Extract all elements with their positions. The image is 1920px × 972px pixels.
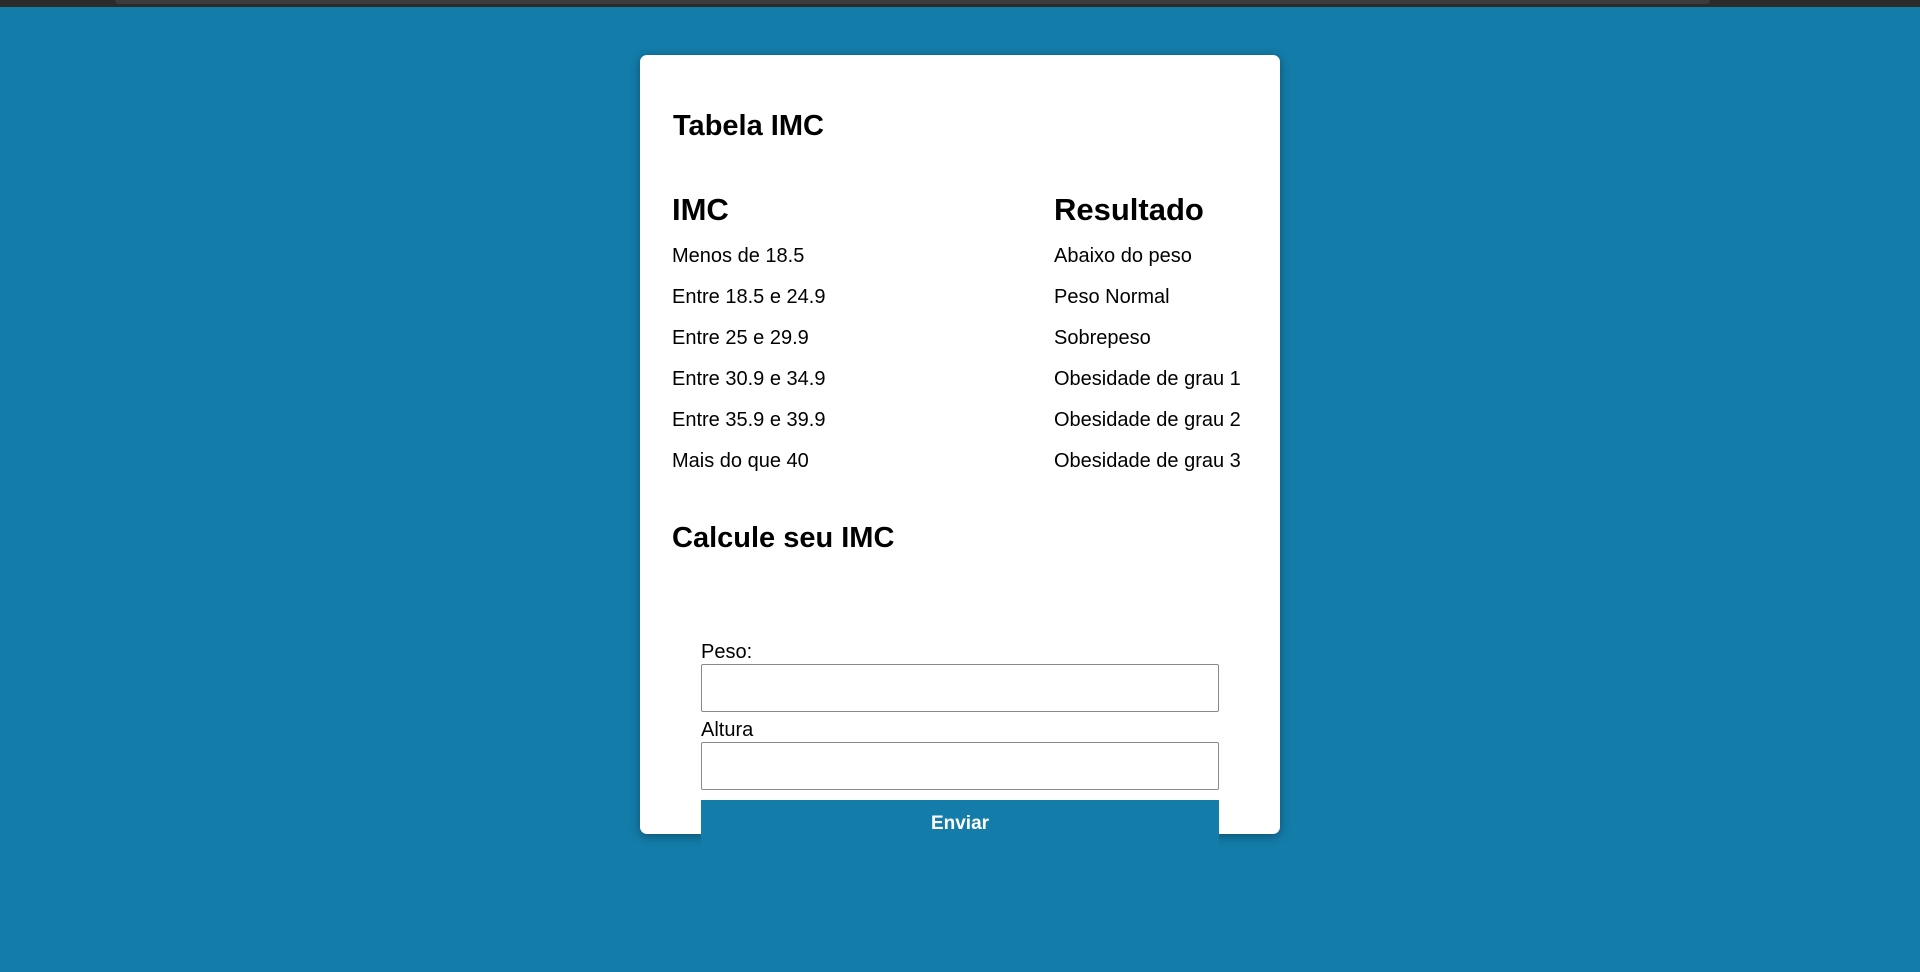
result-item: Sobrepeso (1054, 327, 1151, 349)
imc-column-header: IMC (672, 192, 729, 227)
altura-label: Altura (701, 719, 754, 741)
imc-range-item: Entre 25 e 29.9 (672, 327, 809, 349)
imc-range-list: Menos de 18.5 Entre 18.5 e 24.9 Entre 25… (672, 245, 825, 491)
browser-top-bar (0, 0, 1920, 7)
table-title: Tabela IMC (673, 110, 824, 142)
result-item: Obesidade de grau 3 (1054, 450, 1241, 472)
imc-range-item: Entre 18.5 e 24.9 (672, 286, 826, 308)
result-item: Peso Normal (1054, 286, 1170, 308)
result-item: Abaixo do peso (1054, 245, 1192, 267)
peso-input[interactable] (701, 664, 1219, 712)
result-column-header: Resultado (1054, 192, 1204, 227)
imc-range-item: Mais do que 40 (672, 450, 809, 472)
calculator-title: Calcule seu IMC (672, 522, 895, 554)
submit-button[interactable]: Enviar (701, 800, 1219, 847)
browser-top-bar-inner (115, 0, 1710, 4)
imc-range-item: Menos de 18.5 (672, 245, 805, 267)
imc-form: Peso: Altura Enviar (701, 640, 1219, 847)
result-item: Obesidade de grau 1 (1054, 368, 1241, 390)
altura-input[interactable] (701, 742, 1219, 790)
result-item: Obesidade de grau 2 (1054, 409, 1241, 431)
imc-range-item: Entre 35.9 e 39.9 (672, 409, 826, 431)
result-list: Abaixo do peso Peso Normal Sobrepeso Obe… (1054, 245, 1241, 491)
imc-range-item: Entre 30.9 e 34.9 (672, 368, 826, 390)
imc-card: Tabela IMC IMC Resultado Menos de 18.5 E… (640, 55, 1280, 847)
peso-label: Peso: (701, 641, 753, 663)
